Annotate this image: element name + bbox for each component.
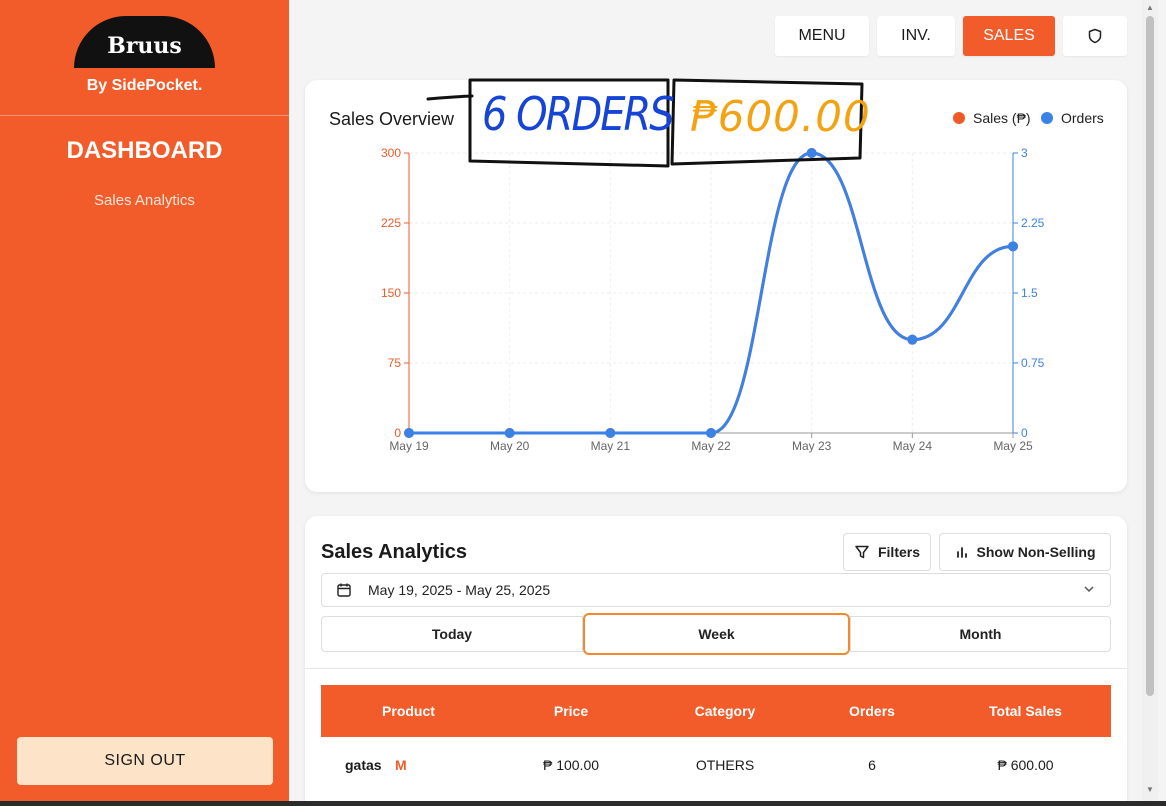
date-range-value: May 19, 2025 - May 25, 2025 [368,582,551,598]
legend-sales-label: Sales (₱) [973,110,1031,126]
table-header: Product Price Category Orders Total Sale… [321,685,1111,737]
column-header-orders[interactable]: Orders [804,703,940,719]
product-price: ₱ 100.00 [542,757,600,773]
sales-overview-card [305,80,1127,492]
nav-sales-button[interactable]: SALES [963,16,1055,56]
segment-week[interactable]: Week [583,613,850,655]
logo-text: Bruus [107,33,182,59]
legend-sales-swatch [953,112,965,124]
legend-orders: Orders [1041,110,1104,126]
legend-sales: Sales (₱) [953,110,1031,126]
shield-icon [1088,28,1102,44]
legend-orders-swatch [1041,112,1053,124]
product-orders: 6 [868,757,876,773]
sidebar: Bruus By SidePocket. DASHBOARD Sales Ana… [0,0,289,801]
product-category: OTHERS [695,757,755,773]
filters-label: Filters [877,544,920,560]
column-header-price[interactable]: Price [496,703,646,719]
chevron-down-icon [1084,586,1094,593]
column-header-total-sales[interactable]: Total Sales [940,703,1111,719]
date-range-picker[interactable]: May 19, 2025 - May 25, 2025 [321,573,1111,607]
scroll-up-arrow-icon[interactable]: ▲ [1146,4,1154,12]
column-header-product[interactable]: Product [321,703,496,719]
scrollbar-thumb[interactable] [1146,16,1154,696]
nav-admin-button[interactable] [1063,16,1127,56]
sales-overview-title: Sales Overview [329,109,455,129]
scroll-down-arrow-icon[interactable]: ▼ [1146,786,1154,794]
sales-analytics-title: Sales Analytics [321,541,468,563]
logo-byline: By SidePocket. [86,77,203,94]
annotation-sales: ₱600.00 [690,92,871,141]
show-non-selling-button[interactable]: Show Non-Selling [939,533,1111,571]
nav-menu-button[interactable]: MENU [775,16,869,56]
table-divider [305,668,1127,669]
column-header-category[interactable]: Category [646,703,804,719]
segment-today[interactable]: Today [321,616,583,652]
nav-inventory-button[interactable]: INV. [877,16,955,56]
legend-orders-label: Orders [1061,110,1104,126]
logo: Bruus [74,16,215,68]
sidebar-title: DASHBOARD [66,137,223,164]
annotation-orders: 6 ORDERS [482,88,675,142]
product-name: gatas [345,757,382,773]
filters-button[interactable]: Filters [843,533,931,571]
product-total-sales: ₱ 600.00 [997,757,1054,773]
filter-icon [855,545,869,559]
calendar-icon [337,583,351,597]
sidebar-divider [0,115,289,116]
bar-chart-icon [956,547,967,558]
window-frame-bottom [0,801,1166,806]
sign-out-button[interactable]: SIGN OUT [17,737,273,785]
sidebar-item-sales-analytics[interactable]: Sales Analytics [0,192,289,209]
segment-month[interactable]: Month [850,616,1111,652]
product-size-badge: M [395,757,407,773]
show-non-selling-label: Show Non-Selling [976,544,1096,560]
